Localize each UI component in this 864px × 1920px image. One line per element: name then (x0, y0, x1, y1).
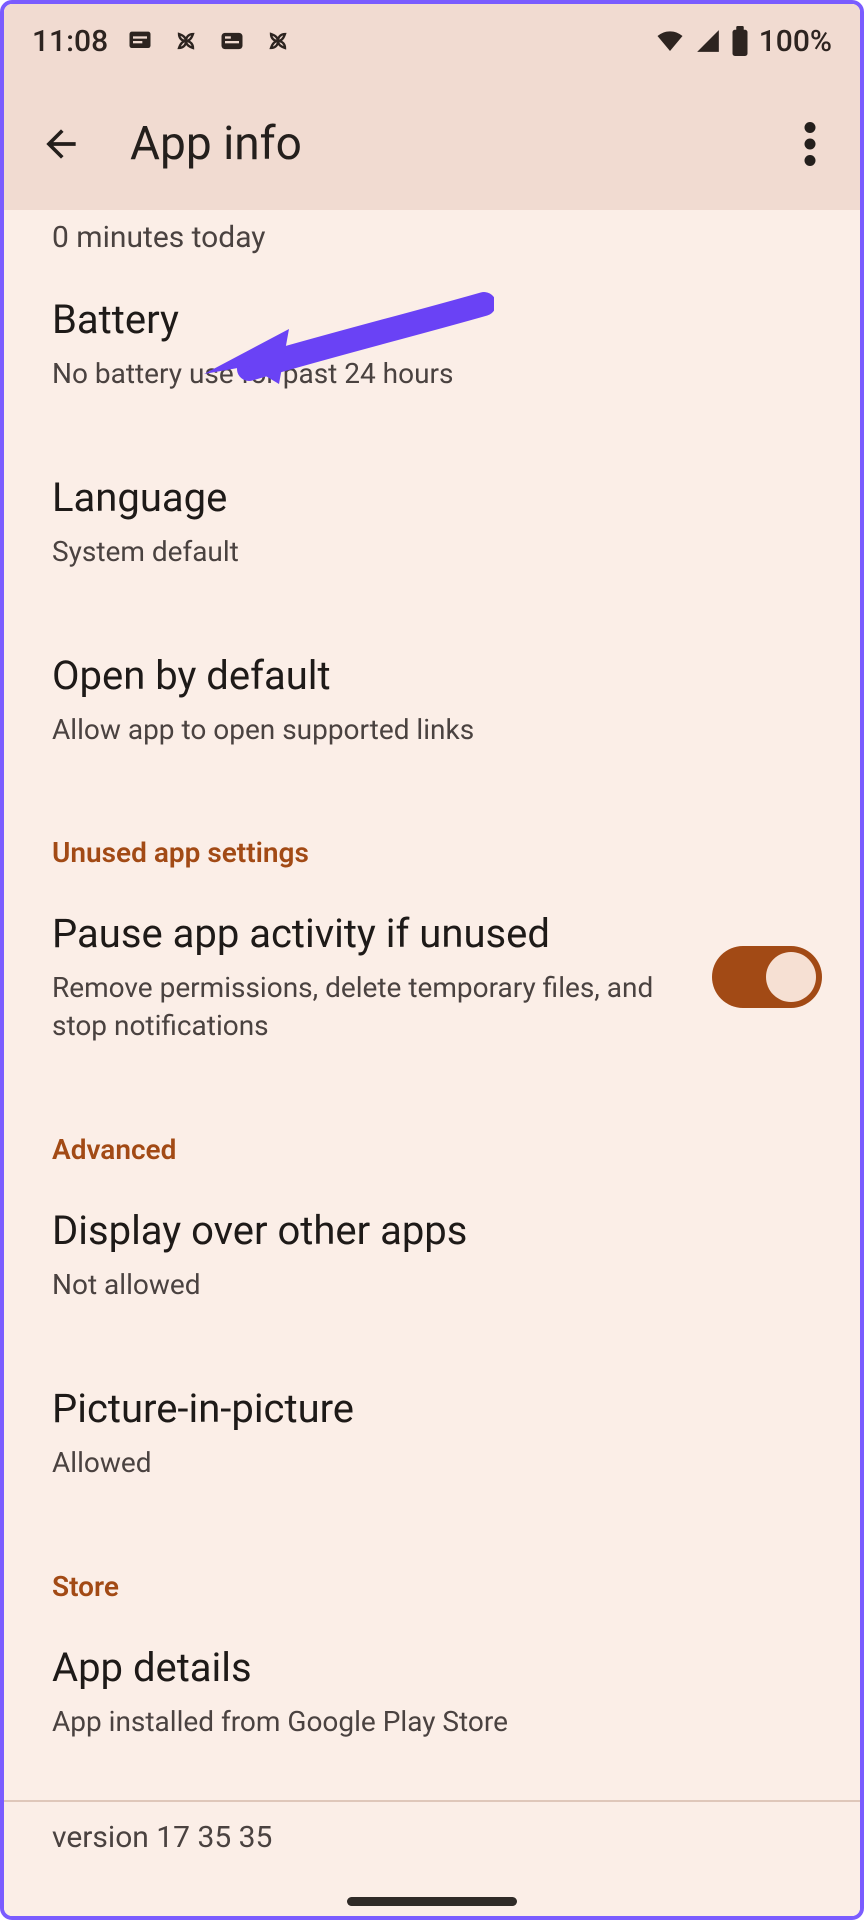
pip-title: Picture-in-picture (52, 1384, 812, 1434)
settings-content[interactable]: 0 minutes today Battery No battery use f… (4, 210, 860, 1916)
section-advanced: Advanced (4, 1085, 860, 1166)
toggle-knob (766, 952, 816, 1002)
display-over-sub: Not allowed (52, 1266, 812, 1304)
gesture-nav-bar[interactable] (347, 1897, 517, 1906)
language-sub: System default (52, 533, 812, 571)
app-bar: App info (4, 78, 860, 210)
pause-toggle[interactable] (712, 946, 822, 1008)
battery-sub: No battery use for past 24 hours (52, 355, 812, 393)
battery-title: Battery (52, 295, 812, 345)
app-details-sub: App installed from Google Play Store (52, 1703, 812, 1741)
pause-app-activity-item[interactable]: Pause app activity if unused Remove perm… (4, 869, 860, 1085)
overflow-menu-button[interactable] (782, 122, 838, 166)
battery-icon (731, 26, 749, 56)
section-unused-app: Unused app settings (4, 788, 860, 869)
app-details-item[interactable]: App details App installed from Google Pl… (4, 1603, 860, 1781)
picture-in-picture-item[interactable]: Picture-in-picture Allowed (4, 1344, 860, 1522)
more-vert-icon (804, 122, 816, 166)
open-by-default-title: Open by default (52, 651, 812, 701)
status-bar: 11:08 (4, 4, 860, 78)
section-store: Store (4, 1522, 860, 1603)
open-by-default-sub: Allow app to open supported links (52, 711, 812, 749)
arrow-left-icon (39, 122, 83, 166)
battery-item[interactable]: Battery No battery use for past 24 hours (4, 255, 860, 433)
screen-time-subtext: 0 minutes today (4, 210, 860, 255)
news-icon (218, 27, 246, 55)
pinwheel-icon (264, 27, 292, 55)
language-item[interactable]: Language System default (4, 433, 860, 611)
app-details-title: App details (52, 1643, 812, 1693)
pause-title: Pause app activity if unused (52, 909, 688, 959)
open-by-default-item[interactable]: Open by default Allow app to open suppor… (4, 611, 860, 789)
version-partial: version 17 35 35 (4, 1802, 860, 1855)
display-over-title: Display over other apps (52, 1206, 812, 1256)
page-title: App info (130, 117, 782, 171)
language-title: Language (52, 473, 812, 523)
pause-sub: Remove permissions, delete temporary fil… (52, 969, 688, 1045)
display-over-apps-item[interactable]: Display over other apps Not allowed (4, 1166, 860, 1344)
back-button[interactable] (26, 122, 96, 166)
status-battery-text: 100% (759, 24, 832, 59)
pinwheel-icon (172, 27, 200, 55)
status-time: 11:08 (32, 24, 108, 59)
cellular-icon (695, 28, 721, 54)
pip-sub: Allowed (52, 1444, 812, 1482)
wifi-icon (655, 26, 685, 56)
message-icon (126, 27, 154, 55)
